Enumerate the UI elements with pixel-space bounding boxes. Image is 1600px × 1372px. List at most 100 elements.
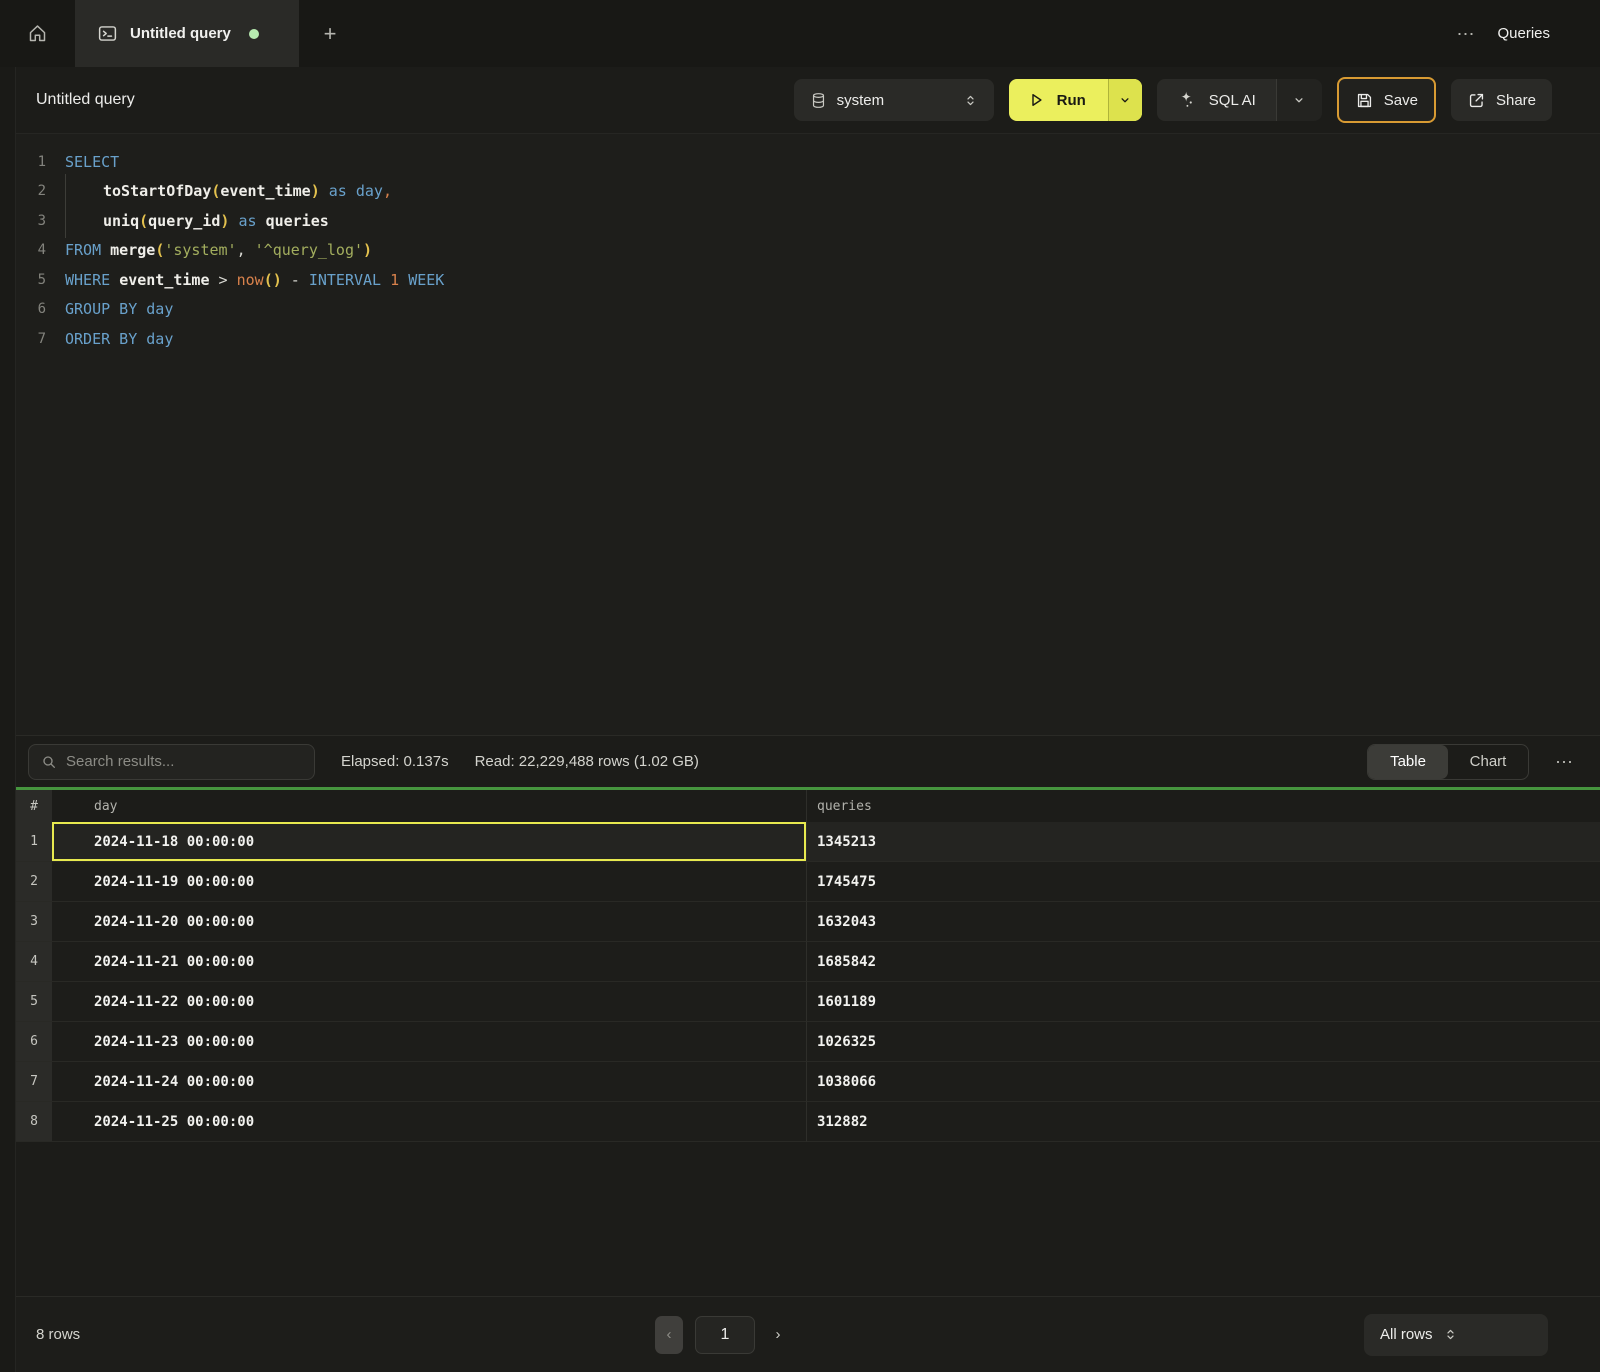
table-row: 52024-11-22 00:00:001601189 (16, 982, 1600, 1022)
prev-page-button[interactable]: ‹ (655, 1316, 683, 1354)
code-line[interactable]: 7 ORDER BY day (16, 324, 1600, 354)
new-tab-button[interactable]: + (299, 0, 361, 67)
save-icon (1355, 91, 1374, 110)
cell-queries[interactable]: 1026325 (807, 1022, 1600, 1062)
share-button[interactable]: Share (1451, 79, 1552, 121)
sparkles-icon (1177, 90, 1197, 110)
save-button-label: Save (1384, 92, 1418, 109)
row-index-cell[interactable]: 5 (16, 982, 52, 1022)
home-button[interactable] (0, 0, 75, 67)
code-line[interactable]: 1SELECT (16, 147, 1600, 177)
column-header-queries[interactable]: queries (807, 790, 1600, 822)
table-row: 12024-11-18 00:00:001345213 (16, 822, 1600, 862)
code-line[interactable]: 5WHERE event_time > now() - INTERVAL 1 W… (16, 265, 1600, 295)
page-size-selector[interactable]: All rows (1364, 1314, 1548, 1356)
page-title: Untitled query (36, 91, 135, 109)
topbar-right: ⋯ Queries (1456, 0, 1600, 67)
database-selector[interactable]: system (794, 79, 994, 121)
cell-day[interactable]: 2024-11-21 00:00:00 (52, 942, 807, 982)
tab-table-view[interactable]: Table (1368, 745, 1448, 779)
tab-chart-view[interactable]: Chart (1448, 745, 1528, 779)
code-line[interactable]: 2toStartOfDay(event_time) as day, (16, 177, 1600, 207)
updown-chevron-icon (1443, 1327, 1458, 1342)
sql-editor[interactable]: 1SELECT2toStartOfDay(event_time) as day,… (0, 134, 1600, 735)
sql-ai-button[interactable]: SQL AI (1157, 79, 1276, 121)
cell-day[interactable]: 2024-11-25 00:00:00 (52, 1102, 807, 1142)
line-number: 1 (16, 154, 46, 170)
cell-day[interactable]: 2024-11-24 00:00:00 (52, 1062, 807, 1102)
page-size-value: All rows (1380, 1326, 1433, 1343)
row-index-cell[interactable]: 6 (16, 1022, 52, 1062)
code-line[interactable]: 3uniq(query_id) as queries (16, 206, 1600, 236)
cell-queries[interactable]: 1685842 (807, 942, 1600, 982)
cell-day[interactable]: 2024-11-19 00:00:00 (52, 862, 807, 902)
play-icon (1027, 91, 1045, 109)
query-header: Untitled query system (0, 67, 1600, 134)
sql-ai-options-button[interactable] (1276, 79, 1322, 121)
row-index-cell[interactable]: 1 (16, 822, 52, 862)
row-index-cell[interactable]: 2 (16, 862, 52, 902)
cell-queries[interactable]: 1345213 (807, 822, 1600, 862)
results-table-body: 12024-11-18 00:00:00134521322024-11-19 0… (16, 822, 1600, 1142)
current-page-button[interactable]: 1 (695, 1316, 755, 1354)
cell-queries[interactable]: 1745475 (807, 862, 1600, 902)
cell-day[interactable]: 2024-11-18 00:00:00 (52, 822, 807, 862)
table-row: 42024-11-21 00:00:001685842 (16, 942, 1600, 982)
code-lines: 1SELECT2toStartOfDay(event_time) as day,… (16, 147, 1600, 354)
save-button[interactable]: Save (1337, 77, 1436, 123)
row-index-cell[interactable]: 8 (16, 1102, 52, 1142)
row-index-cell[interactable]: 7 (16, 1062, 52, 1102)
tab-untitled-query[interactable]: Untitled query (75, 0, 299, 67)
row-count: 8 rows (36, 1326, 80, 1343)
cell-day[interactable]: 2024-11-23 00:00:00 (52, 1022, 807, 1062)
table-header-row: # day queries (16, 790, 1600, 822)
share-button-label: Share (1496, 92, 1536, 109)
results-more-icon[interactable]: ⋯ (1555, 753, 1574, 771)
table-row: 22024-11-19 00:00:001745475 (16, 862, 1600, 902)
elapsed-time: Elapsed: 0.137s (341, 753, 449, 770)
row-index-cell[interactable]: 3 (16, 902, 52, 942)
code-text: GROUP BY day (65, 300, 173, 318)
line-number: 3 (16, 213, 46, 229)
cell-queries[interactable]: 1601189 (807, 982, 1600, 1022)
run-options-button[interactable] (1108, 79, 1142, 121)
code-text: WHERE event_time > now() - INTERVAL 1 WE… (65, 271, 444, 289)
code-text: ORDER BY day (65, 330, 173, 348)
code-text: FROM merge('system', '^query_log') (65, 241, 372, 259)
search-results-box[interactable] (28, 744, 315, 780)
cell-day[interactable]: 2024-11-22 00:00:00 (52, 982, 807, 1022)
line-number: 6 (16, 301, 46, 317)
run-button[interactable]: Run (1009, 79, 1108, 121)
cell-queries[interactable]: 312882 (807, 1102, 1600, 1142)
results-table: # day queries 12024-11-18 00:00:00134521… (16, 790, 1600, 1296)
home-icon (27, 23, 48, 44)
results-toolbar: Elapsed: 0.137s Read: 22,229,488 rows (1… (0, 735, 1600, 787)
results-footer: 8 rows ‹ 1 › All rows (0, 1296, 1600, 1372)
column-header-index[interactable]: # (16, 790, 52, 822)
cell-day[interactable]: 2024-11-20 00:00:00 (52, 902, 807, 942)
line-number: 4 (16, 242, 46, 258)
row-index-cell[interactable]: 4 (16, 942, 52, 982)
next-page-button[interactable]: › (767, 1316, 789, 1354)
cell-queries[interactable]: 1632043 (807, 902, 1600, 942)
run-button-group: Run (1009, 79, 1142, 121)
cell-queries[interactable]: 1038066 (807, 1062, 1600, 1102)
header-controls: system Run (794, 77, 1552, 123)
terminal-icon (97, 23, 118, 44)
queries-link[interactable]: Queries (1497, 25, 1550, 42)
search-results-input[interactable] (66, 753, 302, 770)
rows-read-stats: Read: 22,229,488 rows (1.02 GB) (475, 753, 699, 770)
database-icon (810, 92, 827, 109)
column-header-day[interactable]: day (52, 790, 807, 822)
sql-ai-label: SQL AI (1209, 92, 1256, 109)
table-row: 62024-11-23 00:00:001026325 (16, 1022, 1600, 1062)
topbar-more-icon[interactable]: ⋯ (1456, 25, 1475, 43)
sql-ai-button-group: SQL AI (1157, 79, 1322, 121)
code-text: toStartOfDay(event_time) as day, (65, 182, 392, 200)
code-line[interactable]: 6 GROUP BY day (16, 295, 1600, 325)
line-number: 7 (16, 331, 46, 347)
table-empty-area (16, 1142, 1600, 1296)
chevron-down-icon (1292, 93, 1306, 107)
code-line[interactable]: 4 FROM merge('system', '^query_log') (16, 236, 1600, 266)
left-edge-strip (0, 67, 16, 1372)
